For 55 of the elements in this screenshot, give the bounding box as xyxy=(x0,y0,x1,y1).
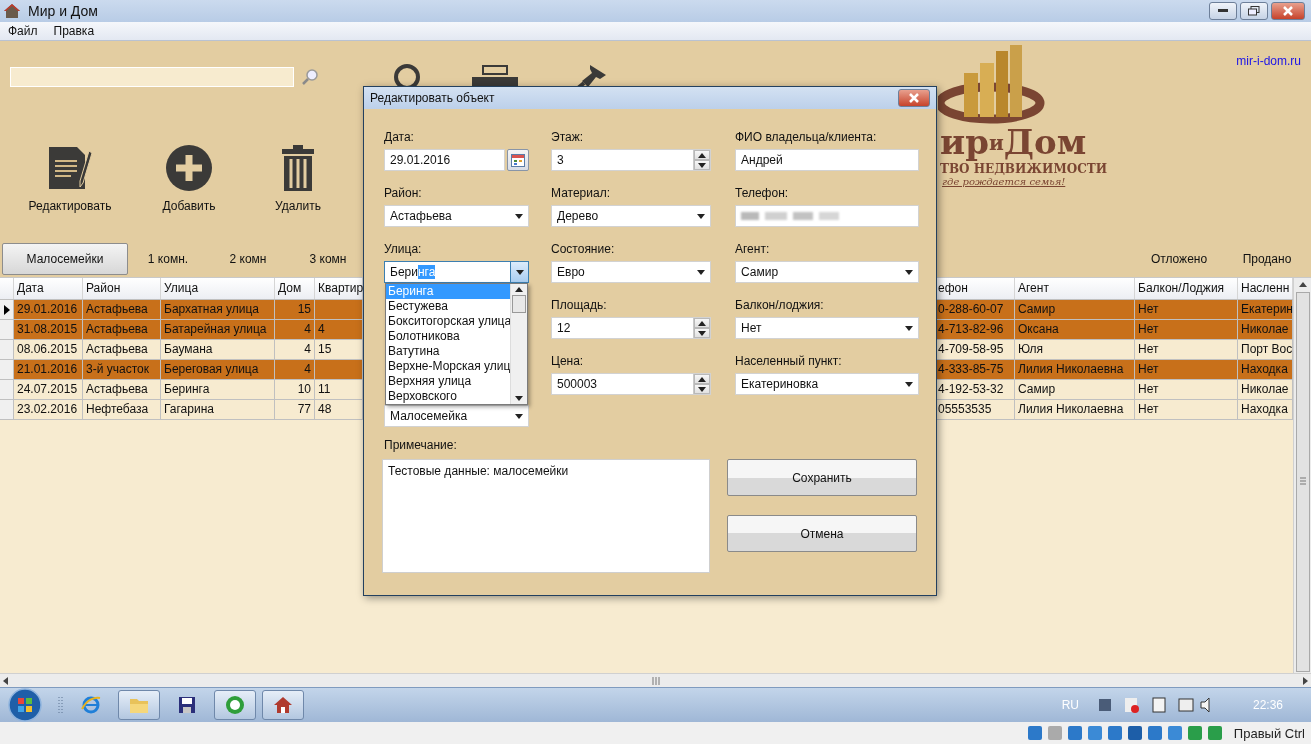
table-cell: 4 xyxy=(275,360,315,379)
table-cell: Оксана xyxy=(1015,320,1135,339)
table-cell: Астафьева xyxy=(83,340,161,359)
table-cell: 29.01.2016 xyxy=(14,300,83,319)
table-cell: Батарейная улица xyxy=(161,320,275,339)
field-label: ФИО владельца/клиента: xyxy=(735,129,878,145)
table-cell: 24.07.2015 xyxy=(14,380,83,399)
table-cell: Бархатная улица xyxy=(161,300,275,319)
table-cell: Нет xyxy=(1135,380,1238,399)
field-label: Материал: xyxy=(551,185,611,201)
table-cell: 4 xyxy=(275,320,315,339)
field-label: Цена: xyxy=(551,353,585,369)
logo-slogan: где рождается семья! xyxy=(942,176,1067,187)
table-cell: Нет xyxy=(1135,300,1238,319)
field-label: Примечание: xyxy=(384,437,458,453)
table-cell: Гагарина xyxy=(161,400,275,419)
table-cell: 21.01.2016 xyxy=(14,360,83,379)
table-cell: Самир xyxy=(1015,300,1135,319)
field-label: Состояние: xyxy=(551,241,616,257)
table-cell: Баумана xyxy=(161,340,275,359)
table-cell: 23.02.2016 xyxy=(14,400,83,419)
table-cell: Лилия Николаевна xyxy=(1015,400,1135,419)
table-cell: 15 xyxy=(275,300,315,319)
table-cell: Нет xyxy=(1135,320,1238,339)
field-label: Балкон/лоджия: xyxy=(735,297,825,313)
table-cell: Нефтебаза xyxy=(83,400,161,419)
field-label: Площадь: xyxy=(551,297,608,313)
logo-subtitle: ТВО НЕДВИЖИМОСТИ xyxy=(940,162,1108,176)
field-label: Населенный пункт: xyxy=(735,353,843,369)
table-cell: 3-й участок xyxy=(83,360,161,379)
dialog-title: Редактировать объект xyxy=(370,91,495,105)
table-cell: Нет xyxy=(1135,360,1238,379)
table-cell: Юля xyxy=(1015,340,1135,359)
host-key-label: Правый Ctrl xyxy=(1233,725,1305,741)
table-cell: 10 xyxy=(275,380,315,399)
table-cell: Астафьева xyxy=(83,380,161,399)
table-cell: Астафьева xyxy=(83,300,161,319)
field-label: Этаж: xyxy=(551,129,585,145)
field-label: Агент: xyxy=(735,241,771,257)
table-cell: Беринга xyxy=(161,380,275,399)
table-cell: 31.08.2015 xyxy=(14,320,83,339)
table-cell: 08.06.2015 xyxy=(14,340,83,359)
field-label: Район: xyxy=(384,185,423,201)
table-cell: Береговая улица xyxy=(161,360,275,379)
window-title: Мир и Дом xyxy=(28,3,98,19)
field-label: Телефон: xyxy=(735,185,790,201)
table-cell: Нет xyxy=(1135,340,1238,359)
table-cell: 77 xyxy=(275,400,315,419)
table-cell: Нет xyxy=(1135,400,1238,419)
field-label: Дата: xyxy=(384,129,415,145)
field-label: Улица: xyxy=(384,241,423,257)
table-cell: Самир xyxy=(1015,380,1135,399)
table-cell: 4 xyxy=(275,340,315,359)
table-cell: Лилия Николаевна xyxy=(1015,360,1135,379)
table-cell: Астафьева xyxy=(83,320,161,339)
